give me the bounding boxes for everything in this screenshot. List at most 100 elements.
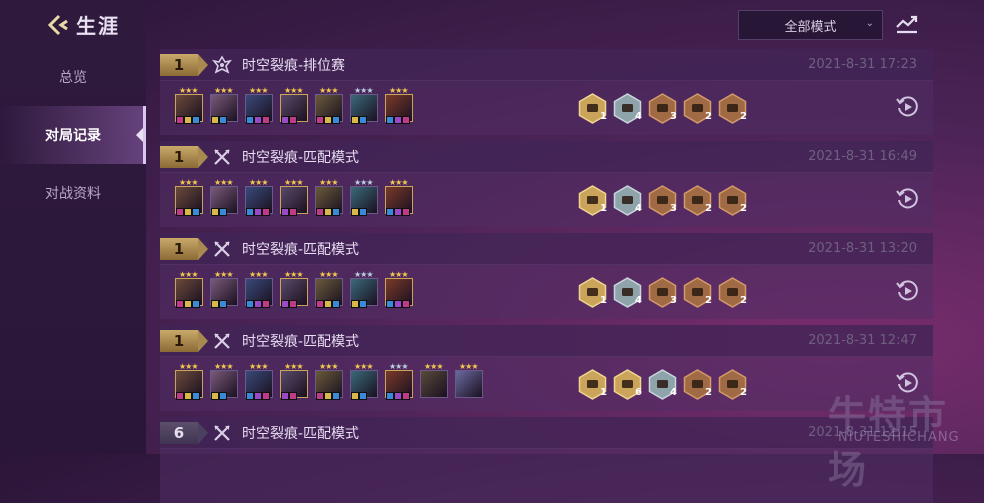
- mode-filter-select[interactable]: 全部模式 ⌄: [738, 10, 883, 40]
- item-icon: [184, 392, 192, 400]
- trait-count: 2: [740, 203, 747, 214]
- replay-icon[interactable]: [895, 279, 919, 303]
- champion-items: [281, 300, 297, 308]
- match-mode-label: 时空裂痕-排位赛: [242, 58, 346, 74]
- back-arrow-icon[interactable]: [44, 12, 70, 38]
- chevron-down-icon: ⌄: [865, 18, 874, 29]
- item-icon: [254, 208, 262, 216]
- item-icon: [316, 116, 324, 124]
- item-icon: [359, 392, 367, 400]
- item-icon: [254, 392, 262, 400]
- item-icon: [402, 208, 410, 216]
- champion-portrait[interactable]: [420, 370, 448, 398]
- item-icon: [351, 208, 359, 216]
- item-icon: [184, 208, 192, 216]
- item-icon: [386, 208, 394, 216]
- item-icon: [359, 300, 367, 308]
- trait-count: 4: [635, 295, 642, 306]
- trend-chart-icon[interactable]: [895, 12, 919, 34]
- item-icon: [324, 116, 332, 124]
- item-icon: [192, 116, 200, 124]
- champion-items: [211, 208, 227, 216]
- trait-count: 4: [635, 111, 642, 122]
- trait-count: 2: [740, 387, 747, 398]
- placement-badge-tip: [198, 146, 208, 168]
- item-icon: [184, 300, 192, 308]
- match-row[interactable]: 1 时空裂痕-匹配模式 2021-8-31 13:20 ★★★ ★★★ ★★★ ★★★…: [160, 233, 933, 319]
- sidebar-item-battle-data[interactable]: 对战资料: [0, 164, 146, 222]
- champion-items: [211, 392, 227, 400]
- trait-count: 4: [670, 387, 677, 398]
- trait-count: 1: [600, 387, 607, 398]
- trait-count: 6: [635, 387, 642, 398]
- champion-items: [386, 392, 410, 400]
- champion-items: [176, 392, 200, 400]
- sidebar-item-match-history[interactable]: 对局记录: [0, 106, 146, 164]
- back-row[interactable]: 生涯: [44, 10, 120, 39]
- item-icon: [316, 300, 324, 308]
- item-icon: [402, 392, 410, 400]
- trait-count: 1: [600, 295, 607, 306]
- match-row[interactable]: 1 时空裂痕-匹配模式 2021-8-31 16:49 ★★★ ★★★ ★★★ ★★★…: [160, 141, 933, 227]
- item-icon: [332, 392, 340, 400]
- sidebar-item-label: 总览: [59, 70, 87, 86]
- item-icon: [262, 300, 270, 308]
- item-icon: [394, 300, 402, 308]
- champion-portrait[interactable]: [455, 370, 483, 398]
- item-icon: [386, 392, 394, 400]
- normal-mode-icon: [214, 149, 230, 165]
- trait-count: 3: [670, 111, 677, 122]
- trait-count: 2: [740, 111, 747, 122]
- champion-items: [211, 300, 227, 308]
- item-icon: [351, 392, 359, 400]
- match-header: 1 时空裂痕-匹配模式 2021-8-31 12:47: [160, 325, 933, 357]
- match-row[interactable]: 1 时空裂痕-排位赛 2021-8-31 17:23 ★★★ ★★★ ★★★ ★★★ ★…: [160, 49, 933, 135]
- match-mode-label: 时空裂痕-匹配模式: [242, 242, 360, 258]
- champion-items: [316, 116, 340, 124]
- trait-count: 1: [600, 111, 607, 122]
- item-icon: [359, 208, 367, 216]
- item-icon: [176, 116, 184, 124]
- item-icon: [332, 300, 340, 308]
- trait-count: 2: [705, 111, 712, 122]
- champion-items: [316, 208, 340, 216]
- item-icon: [332, 116, 340, 124]
- champion-items: [281, 208, 297, 216]
- placement-value: 1: [173, 148, 185, 166]
- item-icon: [324, 208, 332, 216]
- normal-mode-icon: [214, 333, 230, 349]
- item-icon: [184, 116, 192, 124]
- item-icon: [394, 208, 402, 216]
- match-row[interactable]: 6 时空裂痕-匹配模式 2021-8-31 12:15: [160, 417, 933, 503]
- item-icon: [219, 208, 227, 216]
- champion-items: [176, 300, 200, 308]
- champion-items: [281, 116, 297, 124]
- match-timestamp: 2021-8-31 17:23: [808, 57, 917, 72]
- champion-items: [316, 300, 340, 308]
- placement-badge: 1: [160, 146, 198, 168]
- item-icon: [262, 116, 270, 124]
- champion-items: [246, 208, 270, 216]
- item-icon: [246, 208, 254, 216]
- active-caret-icon: [136, 128, 143, 142]
- item-icon: [246, 300, 254, 308]
- trait-count: 3: [670, 203, 677, 214]
- item-icon: [289, 392, 297, 400]
- placement-badge: 1: [160, 238, 198, 260]
- item-icon: [281, 392, 289, 400]
- replay-icon[interactable]: [895, 187, 919, 211]
- placement-badge: 1: [160, 54, 198, 76]
- item-icon: [254, 116, 262, 124]
- placement-badge-tip: [198, 330, 208, 352]
- match-timestamp: 2021-8-31 12:47: [808, 333, 917, 348]
- item-icon: [219, 116, 227, 124]
- champion-items: [351, 392, 367, 400]
- match-row[interactable]: 1 时空裂痕-匹配模式 2021-8-31 12:47 ★★★ ★★★ ★★★ ★★★…: [160, 325, 933, 411]
- sidebar-item-label: 对局记录: [45, 128, 101, 144]
- replay-icon[interactable]: [895, 95, 919, 119]
- item-icon: [351, 116, 359, 124]
- sidebar-item-overview[interactable]: 总览: [0, 48, 146, 106]
- normal-mode-icon: [214, 425, 230, 441]
- item-icon: [246, 392, 254, 400]
- item-icon: [402, 116, 410, 124]
